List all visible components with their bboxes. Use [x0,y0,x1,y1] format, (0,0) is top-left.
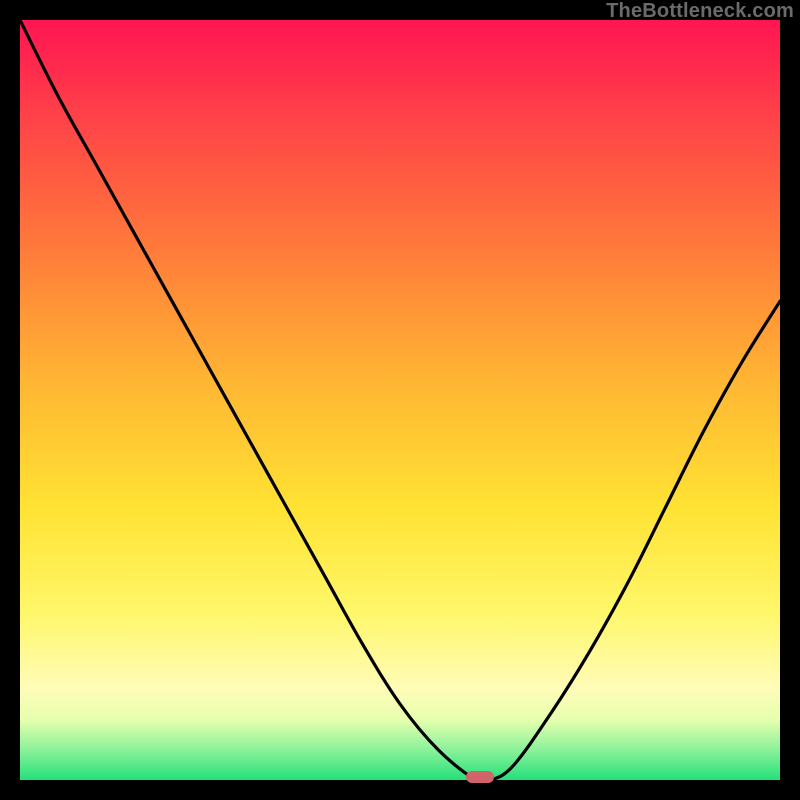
bottleneck-curve [20,20,780,783]
curve-svg [20,20,780,780]
chart-frame: TheBottleneck.com [0,0,800,800]
plot-area [20,20,780,780]
optimal-marker [466,771,494,783]
